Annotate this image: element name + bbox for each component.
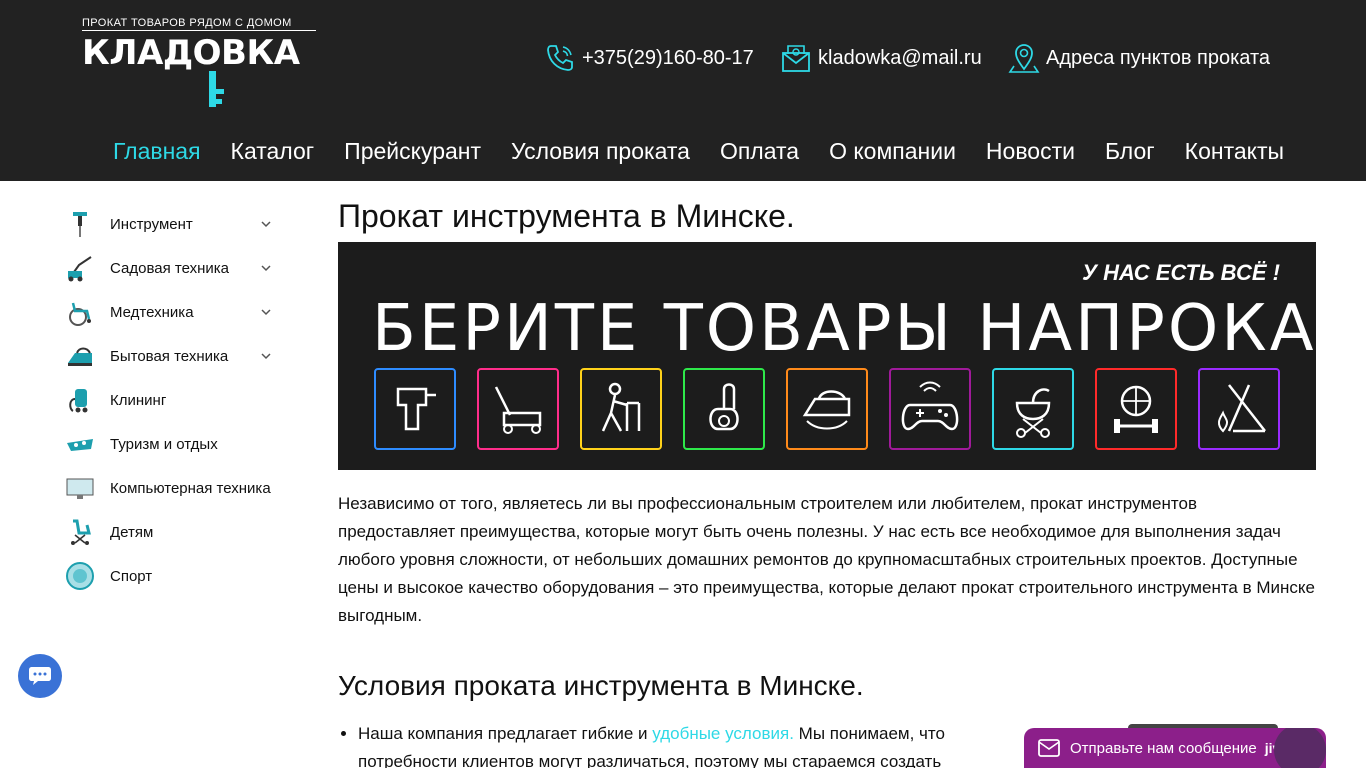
convenient-terms-link[interactable]: удобные условия. bbox=[652, 724, 794, 743]
nav-item-blog[interactable]: Блог bbox=[1090, 136, 1170, 168]
phone-number[interactable]: +375(29)160-80-17 bbox=[582, 47, 754, 70]
chat-bubble-icon bbox=[29, 667, 51, 685]
sidebar-item-label: Туризм и отдых bbox=[110, 435, 218, 453]
category-sidebar: Инструмент Садовая техника Медтехника Бы… bbox=[64, 202, 284, 598]
cleaning-machine-icon bbox=[64, 384, 96, 416]
chevron-down-icon[interactable] bbox=[260, 218, 272, 230]
chevron-down-icon[interactable] bbox=[260, 306, 272, 318]
sidebar-item-appliances[interactable]: Бытовая техника bbox=[64, 334, 284, 378]
trampoline-icon bbox=[64, 560, 96, 592]
phone-icon bbox=[547, 45, 573, 71]
jivo-label: Отправьте нам сообщение bbox=[1070, 739, 1257, 757]
nav-item-payment[interactable]: Оплата bbox=[705, 136, 814, 168]
logo-tagline: ПРОКАТ ТОВАРОВ РЯДОМ С ДОМОМ bbox=[82, 17, 316, 31]
jivo-avatar bbox=[1274, 728, 1326, 768]
chevron-down-icon[interactable] bbox=[260, 350, 272, 362]
header-email[interactable]: kladowka@mail.ru bbox=[780, 40, 982, 76]
sidebar-item-tourism[interactable]: Туризм и отдых bbox=[64, 422, 284, 466]
nav-item-about[interactable]: О компании bbox=[814, 136, 971, 168]
nav-item-rental-terms[interactable]: Условия проката bbox=[496, 136, 705, 168]
jackhammer-icon bbox=[64, 208, 96, 240]
sidebar-item-label: Компьютерная техника bbox=[110, 479, 271, 497]
gamepad-icon bbox=[889, 368, 971, 450]
sidebar-item-label: Медтехника bbox=[110, 303, 194, 321]
nav-item-contacts[interactable]: Контакты bbox=[1170, 136, 1299, 168]
addresses-link[interactable]: Адреса пунктов проката bbox=[1046, 47, 1270, 70]
message-icon bbox=[1038, 739, 1060, 757]
mail-icon bbox=[782, 45, 810, 72]
intro-paragraph: Независимо от того, являетесь ли вы проф… bbox=[338, 494, 1315, 625]
header-addresses[interactable]: Адреса пунктов проката bbox=[1008, 40, 1270, 76]
sidebar-item-label: Инструмент bbox=[110, 215, 193, 233]
site-header: ПРОКАТ ТОВАРОВ РЯДОМ С ДОМОМ КЛАДОВКА +3… bbox=[0, 0, 1366, 181]
sidebar-item-kids[interactable]: Детям bbox=[64, 510, 284, 554]
drill-icon bbox=[374, 368, 456, 450]
main-nav: Главная Каталог Прейскурант Условия прок… bbox=[98, 136, 1299, 168]
camping-icon bbox=[1198, 368, 1280, 450]
list-item: Наша компания предлагает гибкие и удобны… bbox=[358, 720, 978, 768]
lawnmower-icon bbox=[477, 368, 559, 450]
sidebar-item-label: Спорт bbox=[110, 567, 153, 585]
sidebar-item-tools[interactable]: Инструмент bbox=[64, 202, 284, 246]
sidebar-item-label: Детям bbox=[110, 523, 154, 541]
lawnmower-icon bbox=[64, 252, 96, 284]
site-logo[interactable]: ПРОКАТ ТОВАРОВ РЯДОМ С ДОМОМ КЛАДОВКА bbox=[82, 17, 318, 109]
fitness-icon bbox=[1095, 368, 1177, 450]
banner-category-icons bbox=[374, 368, 1280, 450]
key-icon bbox=[209, 71, 224, 107]
main-content: Прокат инструмента в Минске. У НАС ЕСТЬ … bbox=[338, 194, 1356, 768]
monitor-icon bbox=[64, 472, 96, 504]
email-address[interactable]: kladowka@mail.ru bbox=[818, 47, 982, 70]
sidebar-item-garden[interactable]: Садовая техника bbox=[64, 246, 284, 290]
terms-list: Наша компания предлагает гибкие и удобны… bbox=[338, 720, 978, 768]
sidebar-item-sport[interactable]: Спорт bbox=[64, 554, 284, 598]
nav-item-catalog[interactable]: Каталог bbox=[216, 136, 330, 168]
sidebar-item-label: Садовая техника bbox=[110, 259, 229, 277]
stroller-icon bbox=[64, 516, 96, 548]
sidebar-item-label: Бытовая техника bbox=[110, 347, 229, 365]
jivo-chat-widget[interactable]: Отправьте нам сообщение jivo bbox=[1024, 728, 1326, 768]
sidebar-item-label: Клининг bbox=[110, 391, 167, 409]
chat-button[interactable] bbox=[18, 654, 62, 698]
banner-headline: БЕРИТЕ ТОВАРЫ НАПРОКАТ bbox=[372, 292, 1359, 366]
page-title: Прокат инструмента в Минске. bbox=[338, 198, 795, 234]
nav-item-news[interactable]: Новости bbox=[971, 136, 1090, 168]
iron-icon bbox=[786, 368, 868, 450]
walker-icon bbox=[580, 368, 662, 450]
promo-banner[interactable]: У НАС ЕСТЬ ВСЁ ! БЕРИТЕ ТОВАРЫ НАПРОКАТ bbox=[338, 242, 1356, 470]
vacuum-icon bbox=[683, 368, 765, 450]
boat-icon bbox=[64, 428, 96, 460]
wheelchair-icon bbox=[64, 296, 96, 328]
section-title: Условия проката инструмента в Минске. bbox=[338, 670, 864, 701]
sidebar-item-medical[interactable]: Медтехника bbox=[64, 290, 284, 334]
logo-text: КЛАДОВКА bbox=[82, 33, 300, 73]
nav-item-home[interactable]: Главная bbox=[98, 136, 216, 168]
stroller-icon bbox=[992, 368, 1074, 450]
header-phone[interactable]: +375(29)160-80-17 bbox=[544, 40, 754, 76]
map-pin-icon bbox=[1008, 44, 1040, 73]
chevron-down-icon[interactable] bbox=[260, 262, 272, 274]
nav-item-pricelist[interactable]: Прейскурант bbox=[329, 136, 496, 168]
logo-wordmark: КЛАДОВКА bbox=[82, 35, 316, 71]
banner-slogan: У НАС ЕСТЬ ВСЁ ! bbox=[1082, 260, 1280, 285]
sidebar-item-computers[interactable]: Компьютерная техника bbox=[64, 466, 284, 510]
list-item-text: Наша компания предлагает гибкие и bbox=[358, 724, 653, 743]
iron-icon bbox=[64, 340, 96, 372]
sidebar-item-cleaning[interactable]: Клининг bbox=[64, 378, 284, 422]
